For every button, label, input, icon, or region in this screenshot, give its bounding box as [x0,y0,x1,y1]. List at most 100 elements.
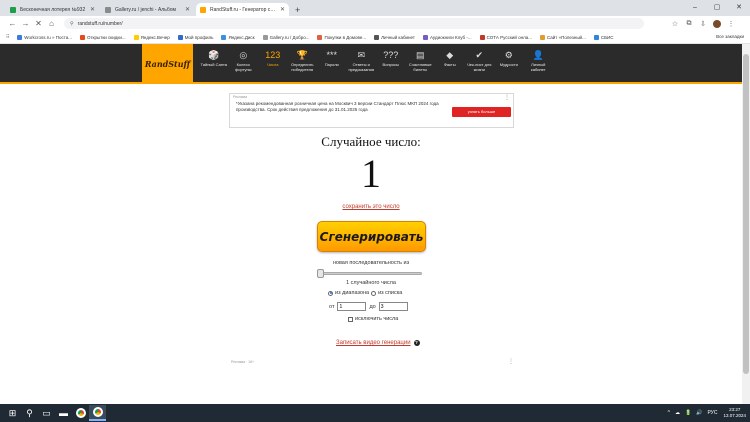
exclude-numbers-option[interactable]: исключить числа [348,316,398,322]
nav-item-tickets[interactable]: ▤ Счастливые билеты [406,48,436,72]
nav-item-wheel[interactable]: ◎ Колесо фортуны [229,48,259,72]
system-tray: ^ ☁ 🔋 🔊 РУС 23:27 13.07.2024 [663,404,746,422]
close-window-button[interactable]: ✕ [728,0,750,16]
cloud-icon[interactable]: ☁ [675,410,680,416]
extensions-icon[interactable]: ⧉ [682,20,696,28]
url-text: randstuff.ru/number/ [77,20,123,27]
maximize-button[interactable]: ▢ [706,0,728,16]
help-icon[interactable]: ? [413,340,420,346]
bookmark-favicon-icon [221,34,227,40]
volume-icon[interactable]: 🔊 [696,410,702,416]
wheel-icon: ◎ [239,50,248,60]
nav-item-questions[interactable]: ??? Вопросы [376,48,406,72]
bookmark-item[interactable]: Яндекс.Диск [221,34,255,40]
site-logo[interactable]: RandStuff [142,44,193,84]
search-icon[interactable]: ⚲ [21,405,38,421]
tab-close-icon[interactable]: ✕ [90,6,95,13]
back-icon[interactable]: ← [6,19,19,28]
url-field[interactable]: ⚲ randstuff.ru/number/ [64,18,644,29]
nav-item-account[interactable]: 👤 Личный кабинет [524,48,554,72]
generate-button[interactable]: Сгенерировать [317,221,426,252]
ad-learn-more-button[interactable]: узнать больше [452,107,511,117]
ad-menu-icon[interactable]: ⋮ [504,94,510,101]
bookmark-item[interactable]: СОТА Русский онла... [479,34,532,40]
nav-item-secret-santa[interactable]: 🎲 Тайный Санта [199,48,229,72]
bookmark-item[interactable]: СБИС [593,34,614,40]
task-view-icon[interactable]: ▭ [38,405,55,421]
apps-icon[interactable]: ⠿ [6,34,9,40]
ad-banner[interactable]: Реклама ⋮ *Указана рекомендованная розни… [229,93,514,128]
language-indicator[interactable]: РУС [707,410,717,416]
nav-item-facts[interactable]: ◆ Факты [435,48,465,72]
bookmark-star-icon[interactable]: ☆ [668,20,682,28]
chrome-icon[interactable] [72,405,89,421]
start-icon[interactable]: ⊞ [4,405,21,421]
bookmark-item[interactable]: Аудиокниги Клуб -... [422,34,472,40]
bookmark-item[interactable]: Сайт «Полезный... [539,34,586,40]
windows-taskbar: ⊞ ⚲ ▭ ▬ ^ ☁ 🔋 🔊 РУС 23:27 13.07.2024 [0,404,750,422]
nav-item-numbers[interactable]: 123 Числа [258,48,288,72]
scrollbar-thumb[interactable] [743,54,749,374]
bookmark-item[interactable]: Покупки в Домове... [317,34,366,40]
site-info-icon[interactable]: ⚲ [70,21,74,27]
mode-list-option[interactable]: из списка [371,290,402,296]
bookmark-item[interactable]: Workcross.ru » Поста... [17,34,72,40]
minimize-button[interactable]: – [684,0,706,16]
reload-icon[interactable]: ✕ [32,19,45,28]
nav-item-winner[interactable]: 🏆 Определить победителя [288,48,318,72]
site-header: RandStuff 🎲 Тайный Санта ◎ Колесо фортуны … [0,44,750,84]
bottom-ad-menu-icon[interactable]: ⋮ [508,358,514,365]
nav-item-passwords[interactable]: *** Пароли [317,48,347,72]
mode-range-label: из диапазона [335,290,370,296]
tray-overflow-icon[interactable]: ^ [668,410,670,416]
nav-item-wisdom[interactable]: ⚙ Мудрости [494,48,524,72]
nav-item-label: Тайный Санта [200,62,228,67]
tab-close-icon[interactable]: ✕ [185,6,190,13]
bookmark-item[interactable]: Мой профиль [177,34,213,40]
clock[interactable]: 23:27 13.07.2024 [723,407,746,419]
bookmark-item[interactable]: Gallery.ru / Добро... [262,34,309,40]
tab-title: Gallery.ru / jenchi - Альбом [115,6,176,13]
save-number-link[interactable]: сохранить это число [0,204,742,210]
record-video-link[interactable]: Записать видео генерации ? [336,340,420,346]
new-tab-button[interactable]: + [295,5,300,15]
profile-avatar[interactable] [713,19,721,28]
bookmark-item[interactable]: Личный кабинет [374,34,415,40]
site-nav: 🎲 Тайный Санта ◎ Колесо фортуны 123 Числа 🏆… [199,48,553,72]
browser-tab-active[interactable]: RandStuff.ru - Генератор случ... ✕ [196,3,289,16]
chrome-active-icon[interactable] [89,405,106,421]
bookmark-item[interactable]: Яндекс.Вечер [133,34,170,40]
mode-range-radio[interactable] [328,290,333,296]
file-explorer-icon[interactable]: ▬ [55,405,72,421]
menu-icon[interactable]: ⋮ [724,20,738,28]
range-inputs: от до [329,302,411,311]
nav-item-label: Ответы и предсказания [348,62,375,72]
question-icon: ??? [383,50,399,60]
forward-icon[interactable]: → [19,19,32,28]
home-icon[interactable]: ⌂ [45,19,58,28]
to-input[interactable] [378,302,408,311]
tab-close-icon[interactable]: ✕ [280,6,285,13]
all-bookmarks-button[interactable]: Все закладки [716,34,744,39]
slider-thumb[interactable] [317,269,324,278]
to-label: до [369,303,376,310]
sequence-label: новая последовательность из [332,260,410,266]
bookmark-favicon-icon [374,34,380,40]
nav-item-answers[interactable]: ✉ Ответы и предсказания [347,48,377,72]
ticket-icon: ▤ [415,50,425,60]
battery-icon[interactable]: 🔋 [685,410,691,416]
sequence-slider[interactable] [317,269,422,278]
envelope-icon: ✉ [357,50,366,60]
mode-list-radio[interactable] [371,290,377,296]
nav-item-label: Вопросы [382,62,399,67]
browser-tab[interactable]: Gallery.ru / jenchi - Альбом ✕ [101,3,194,16]
downloads-icon[interactable]: ⇩ [696,20,710,28]
mode-range-option[interactable]: из диапазона [328,290,369,296]
nav-item-checklist[interactable]: ✔ Чек-лист для жизни [465,48,495,72]
exclude-numbers-checkbox[interactable] [348,316,353,322]
page-scrollbar[interactable] [742,44,750,404]
from-input[interactable] [337,302,367,311]
bookmark-item[interactable]: Открытки скидки... [79,34,126,40]
nav-item-label: Пароли [324,62,339,67]
browser-tab[interactable]: Бесконечная лотерея №932 ✕ [6,3,99,16]
